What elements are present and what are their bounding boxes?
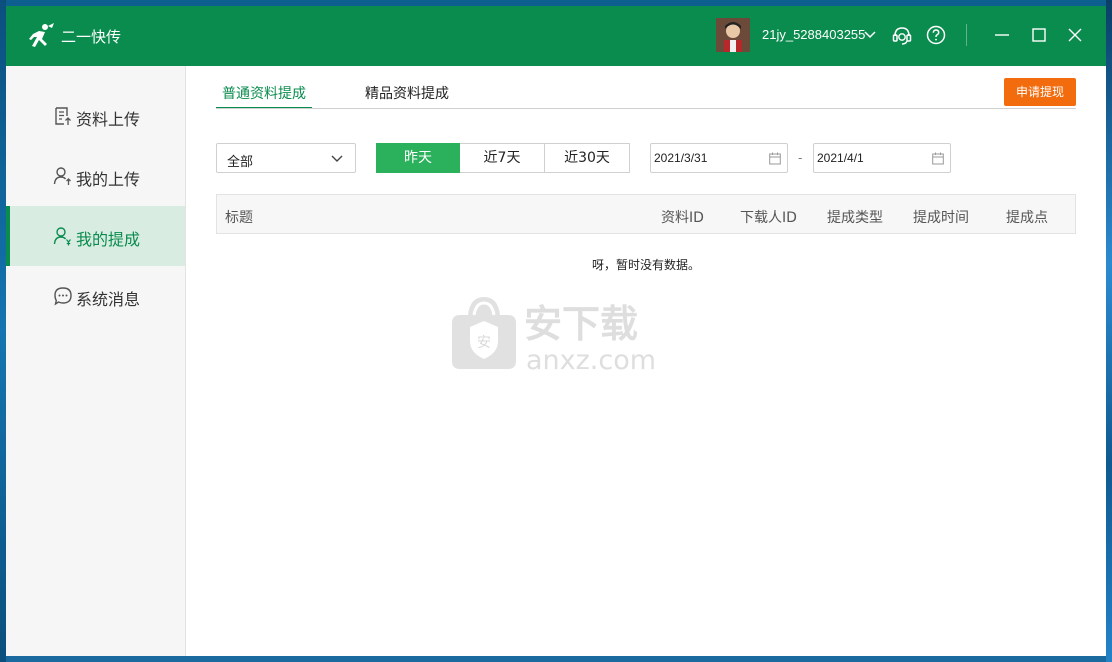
chat-bubble-icon [54, 287, 72, 306]
close-icon[interactable] [1062, 22, 1088, 48]
sidebar-item-label: 系统消息 [76, 290, 141, 309]
end-date-input[interactable]: 2021/4/1 [813, 143, 951, 173]
document-upload-icon [55, 107, 71, 125]
sidebar-item-system-messages[interactable]: 系统消息 [6, 266, 185, 326]
user-money-icon [53, 227, 71, 246]
main-content: 普通资料提成 精品资料提成 申请提现 全部 昨天 近7天 近30天 2021/3… [186, 66, 1106, 656]
watermark-domain: anxz.com [526, 345, 656, 376]
titlebar-divider [966, 24, 967, 46]
range-yesterday-button[interactable]: 昨天 [376, 143, 460, 173]
sidebar-item-label: 我的上传 [76, 170, 141, 189]
start-date-input[interactable]: 2021/3/31 [650, 143, 788, 173]
sidebar-item-upload[interactable]: 资料上传 [6, 86, 185, 146]
username[interactable]: 21jy_5288403255 [762, 27, 865, 42]
column-header-downloader-id[interactable]: 下载人ID [740, 207, 797, 227]
user-upload-icon [53, 167, 71, 185]
range-30-days-button[interactable]: 近30天 [545, 143, 630, 173]
sidebar-item-my-commission[interactable]: 我的提成 [6, 206, 185, 266]
maximize-icon[interactable] [1026, 22, 1052, 48]
sidebar-item-label: 我的提成 [76, 230, 141, 249]
table-header: 标题 资料ID 下载人ID 提成类型 提成时间 提成点 [216, 194, 1076, 234]
column-header-title[interactable]: 标题 [225, 207, 253, 227]
running-man-icon [29, 23, 54, 47]
column-header-resource-id[interactable]: 资料ID [661, 207, 704, 227]
headset-icon[interactable] [891, 24, 913, 46]
calendar-icon[interactable] [769, 152, 781, 165]
empty-state-message: 呀，暂时没有数据。 [591, 258, 700, 272]
range-7-days-button[interactable]: 近7天 [460, 143, 545, 173]
sidebar: 资料上传 我的上传 我的提成 系统消息 [6, 66, 186, 656]
tabs-divider [216, 108, 1076, 109]
end-date-value: 2021/4/1 [817, 151, 864, 165]
watermark-title: 安下载 [524, 302, 638, 346]
calendar-icon[interactable] [932, 152, 944, 165]
start-date-value: 2021/3/31 [654, 151, 708, 165]
watermark-logo: 安 安下载 anxz.com [452, 297, 656, 376]
minimize-icon[interactable] [989, 22, 1015, 48]
date-range-segmented: 昨天 近7天 近30天 [376, 143, 630, 173]
date-separator: - [798, 151, 803, 165]
chevron-down-icon [331, 155, 343, 162]
column-header-commission-time[interactable]: 提成时间 [913, 207, 969, 227]
sidebar-item-label: 资料上传 [76, 110, 141, 129]
app-window: 二一快传 21jy_5288403255 资料上传 我的上传 我的提成 系统消息… [6, 6, 1106, 656]
chevron-down-icon[interactable] [864, 30, 876, 40]
sidebar-item-my-uploads[interactable]: 我的上传 [6, 146, 185, 206]
help-icon[interactable] [925, 24, 947, 46]
watermark-badge: 安 [477, 335, 491, 351]
column-header-commission-points[interactable]: 提成点 [1006, 207, 1048, 227]
category-select[interactable]: 全部 [216, 143, 356, 173]
avatar-image [716, 18, 750, 52]
app-title: 二一快传 [61, 28, 122, 46]
tab-normal-commission[interactable]: 普通资料提成 [216, 83, 312, 109]
tab-premium-commission[interactable]: 精品资料提成 [365, 83, 449, 109]
category-select-value: 全部 [227, 155, 254, 170]
avatar[interactable] [716, 18, 750, 52]
apply-withdraw-button[interactable]: 申请提现 [1004, 78, 1076, 106]
column-header-commission-type[interactable]: 提成类型 [827, 207, 883, 227]
desktop-background-right [1106, 0, 1112, 662]
title-bar: 二一快传 21jy_5288403255 [6, 6, 1106, 66]
